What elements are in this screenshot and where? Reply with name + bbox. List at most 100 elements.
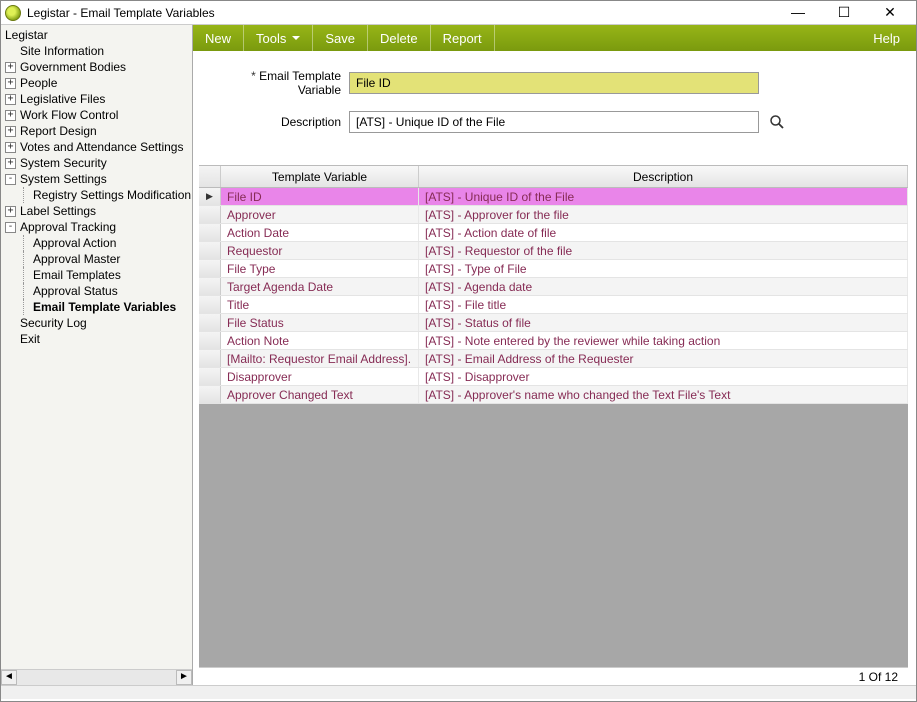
expand-icon[interactable]: + <box>5 158 16 169</box>
table-row[interactable]: Disapprover[ATS] - Disapprover <box>199 368 908 386</box>
tree-child[interactable]: Email Templates <box>1 267 192 283</box>
cell-description: [ATS] - Status of file <box>419 314 908 331</box>
collapse-icon[interactable]: - <box>5 222 16 233</box>
tree-item-label: Work Flow Control <box>20 108 118 122</box>
cell-variable: File Status <box>221 314 419 331</box>
row-selector[interactable] <box>199 296 221 313</box>
variable-input[interactable] <box>349 72 759 94</box>
scroll-track[interactable] <box>17 670 176 685</box>
row-selector[interactable] <box>199 206 221 223</box>
close-button[interactable]: ✕ <box>876 4 904 21</box>
row-selector[interactable] <box>199 278 221 295</box>
expand-icon[interactable]: + <box>5 142 16 153</box>
table-row[interactable]: Action Date[ATS] - Action date of file <box>199 224 908 242</box>
row-selector[interactable] <box>199 350 221 367</box>
table-row[interactable]: File Status[ATS] - Status of file <box>199 314 908 332</box>
toolbar: New Tools Save Delete Report Help <box>193 25 916 51</box>
expand-icon[interactable]: + <box>5 126 16 137</box>
save-button[interactable]: Save <box>313 25 368 51</box>
expand-icon[interactable]: + <box>5 62 16 73</box>
tree-item-label: Government Bodies <box>20 60 126 74</box>
row-selector[interactable] <box>199 314 221 331</box>
row-selector[interactable] <box>199 260 221 277</box>
expand-icon[interactable]: + <box>5 206 16 217</box>
cell-description: [ATS] - Approver's name who changed the … <box>419 386 908 403</box>
tree-item[interactable]: -System Settings <box>1 171 192 187</box>
row-selector[interactable] <box>199 386 221 403</box>
row-selector[interactable] <box>199 224 221 241</box>
tree-item[interactable]: -Approval Tracking <box>1 219 192 235</box>
tree-root[interactable]: Legistar <box>1 27 192 43</box>
cell-description: [ATS] - Approver for the file <box>419 206 908 223</box>
tree-item[interactable]: + Report Design <box>1 123 192 139</box>
scroll-right-icon[interactable]: ► <box>176 670 192 685</box>
tree-item[interactable]: +Label Settings <box>1 203 192 219</box>
cell-description: [ATS] - File title <box>419 296 908 313</box>
cell-variable: Action Note <box>221 332 419 349</box>
tree-child[interactable]: Approval Action <box>1 235 192 251</box>
tree-item-label: System Settings <box>20 172 107 186</box>
row-selector[interactable] <box>199 242 221 259</box>
sidebar-hscroll[interactable]: ◄ ► <box>1 669 192 685</box>
tree-item[interactable]: +System Security <box>1 155 192 171</box>
table-row[interactable]: Title[ATS] - File title <box>199 296 908 314</box>
table-row[interactable]: Target Agenda Date[ATS] - Agenda date <box>199 278 908 296</box>
new-button[interactable]: New <box>193 25 244 51</box>
cell-variable: File Type <box>221 260 419 277</box>
report-button[interactable]: Report <box>431 25 495 51</box>
table-row[interactable]: Approver Changed Text[ATS] - Approver's … <box>199 386 908 404</box>
maximize-button[interactable]: ☐ <box>830 4 858 21</box>
cell-variable: Target Agenda Date <box>221 278 419 295</box>
app-icon <box>5 5 21 21</box>
cell-variable: Action Date <box>221 224 419 241</box>
table-row[interactable]: File ID[ATS] - Unique ID of the File <box>199 188 908 206</box>
table-row[interactable]: Action Note[ATS] - Note entered by the r… <box>199 332 908 350</box>
window-footer <box>1 685 916 699</box>
tree-child[interactable]: Approval Master <box>1 251 192 267</box>
table-row[interactable]: File Type[ATS] - Type of File <box>199 260 908 278</box>
row-selector[interactable] <box>199 332 221 349</box>
col-header-description[interactable]: Description <box>419 166 908 187</box>
tools-button[interactable]: Tools <box>244 25 313 51</box>
tree-item-label: Security Log <box>20 316 87 330</box>
tree-item[interactable]: +Legislative Files <box>1 91 192 107</box>
table-row[interactable]: Approver[ATS] - Approver for the file <box>199 206 908 224</box>
tree-item[interactable]: + Government Bodies <box>1 59 192 75</box>
tree-item[interactable]: Exit <box>1 331 192 347</box>
variables-grid: Template Variable Description File ID[AT… <box>199 165 908 685</box>
minimize-button[interactable]: — <box>784 4 812 21</box>
cell-description: [ATS] - Type of File <box>419 260 908 277</box>
expand-icon[interactable]: + <box>5 110 16 121</box>
tree-item-label: Approval Tracking <box>20 220 116 234</box>
nav-tree: Legistar Site Information + Government Bod… <box>1 25 193 685</box>
collapse-icon[interactable]: - <box>5 174 16 185</box>
delete-button[interactable]: Delete <box>368 25 431 51</box>
tree-item[interactable]: Site Information <box>1 43 192 59</box>
scroll-left-icon[interactable]: ◄ <box>1 670 17 685</box>
help-button[interactable]: Help <box>857 25 916 51</box>
tree-item[interactable]: + Votes and Attendance Settings <box>1 139 192 155</box>
cell-description: [ATS] - Requestor of the file <box>419 242 908 259</box>
tree-item-label: Report Design <box>20 124 97 138</box>
cell-description: [ATS] - Unique ID of the File <box>419 188 908 205</box>
col-header-variable[interactable]: Template Variable <box>221 166 419 187</box>
tree-child[interactable]: Registry Settings Modification <box>1 187 192 203</box>
tree-item-label: Votes and Attendance Settings <box>20 140 183 154</box>
table-row[interactable]: [Mailto: Requestor Email Address].[ATS] … <box>199 350 908 368</box>
expand-icon[interactable]: + <box>5 94 16 105</box>
row-selector[interactable] <box>199 368 221 385</box>
row-selector[interactable] <box>199 188 221 205</box>
expand-icon[interactable]: + <box>5 78 16 89</box>
description-input[interactable] <box>349 111 759 133</box>
zoom-icon[interactable] <box>769 114 785 130</box>
cell-description: [ATS] - Action date of file <box>419 224 908 241</box>
tree-child[interactable]: Email Template Variables <box>1 299 192 315</box>
table-row[interactable]: Requestor[ATS] - Requestor of the file <box>199 242 908 260</box>
cell-description: [ATS] - Note entered by the reviewer whi… <box>419 332 908 349</box>
tree-child[interactable]: Approval Status <box>1 283 192 299</box>
tree-item[interactable]: Security Log <box>1 315 192 331</box>
variable-label: * Email Template Variable <box>209 69 349 97</box>
cell-variable: Title <box>221 296 419 313</box>
tree-item[interactable]: +People <box>1 75 192 91</box>
tree-item[interactable]: + Work Flow Control <box>1 107 192 123</box>
